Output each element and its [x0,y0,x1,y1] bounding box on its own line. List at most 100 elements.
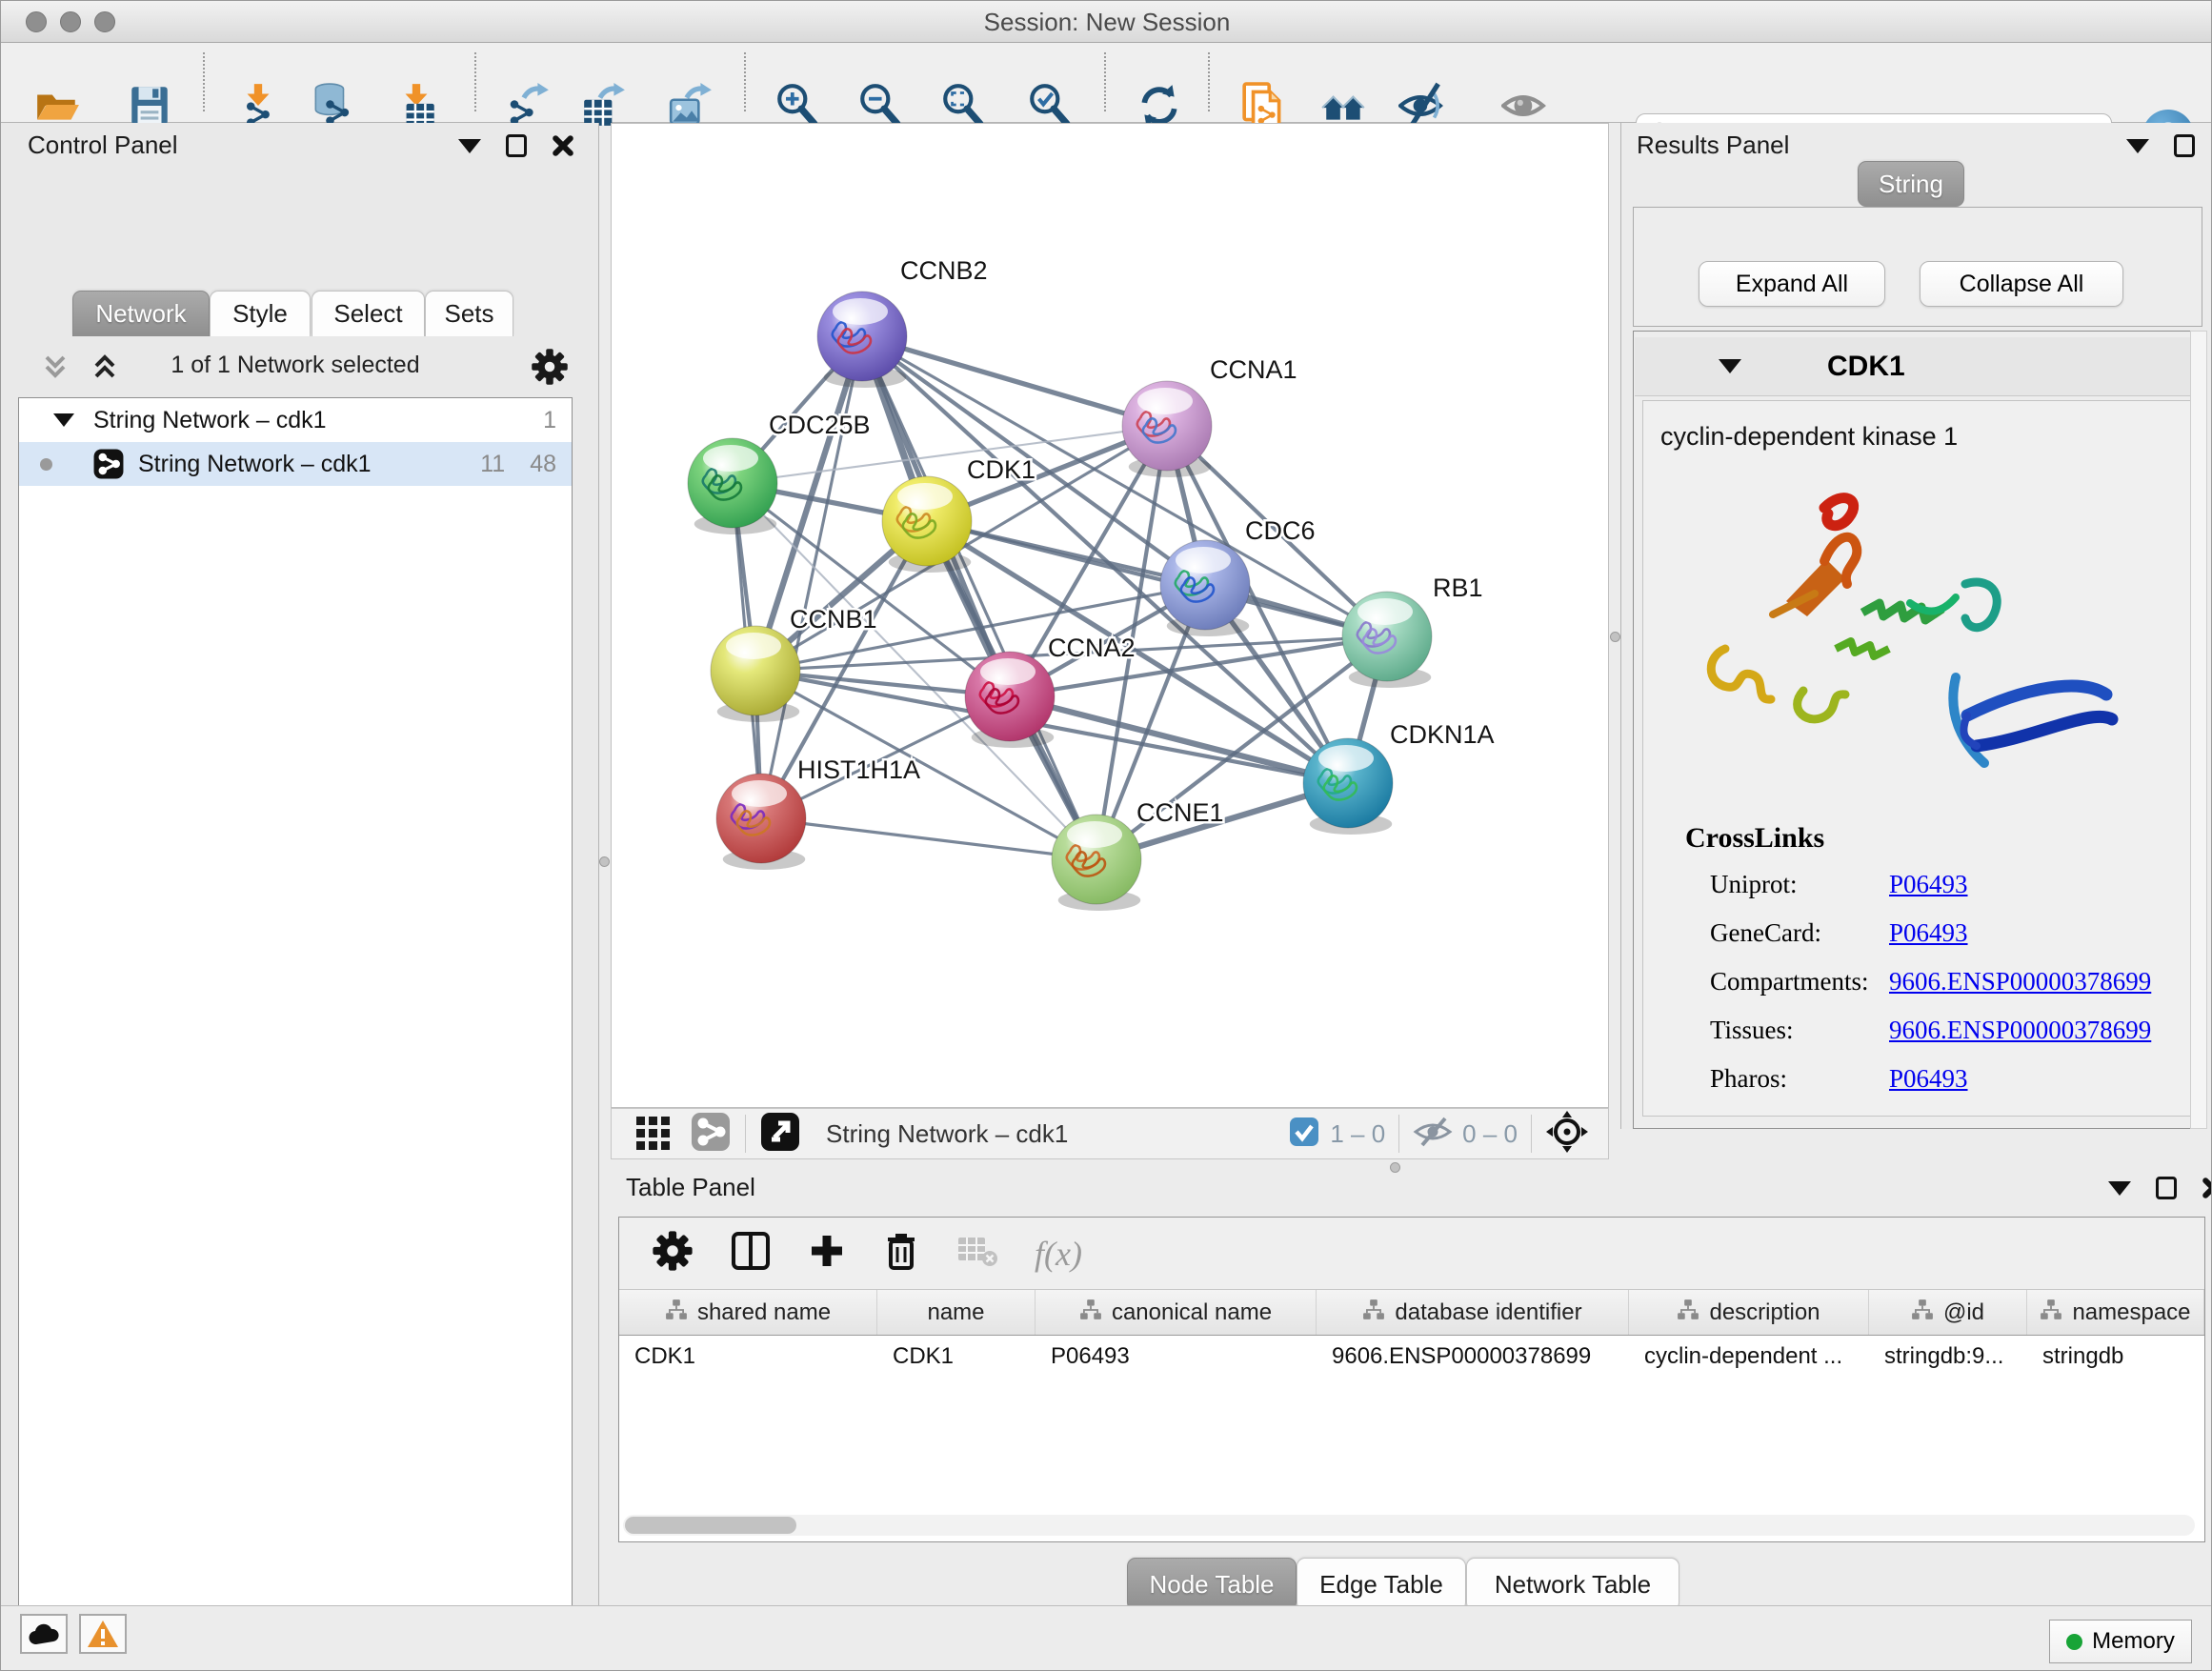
network-selected-status: 1 of 1 Network selected [18,352,573,379]
memory-button[interactable]: Memory [2049,1620,2192,1663]
protein-details: cyclin-dependent kinase 1 [1642,400,2193,1117]
node-label: CCNE1 [1136,798,1224,827]
panel-menu-icon[interactable] [2108,1181,2131,1196]
crosslink-link[interactable]: 9606.ENSP00000378699 [1889,967,2151,997]
column-header-description[interactable]: description [1629,1290,1869,1336]
table-cell[interactable]: P06493 [1047,1336,1313,1378]
node-RB1[interactable]: RB1 [1342,574,1483,688]
crosslink-label: Compartments: [1710,967,1868,997]
column-header-id[interactable]: @id [1869,1290,2027,1336]
expand-all-button[interactable]: Expand All [1699,261,1885,307]
table-cell[interactable]: cyclin-dependent ... [1640,1336,1865,1378]
function-builder-icon: f(x) [1035,1234,1082,1274]
results-scrollbar-track[interactable] [2190,331,2207,1129]
attribute-icon [1677,1299,1699,1328]
table-row[interactable]: CDK1 CDK1 P06493 9606.ENSP00000378699 cyclin… [619,1336,2204,1378]
show-columns-icon[interactable] [730,1230,772,1277]
node-label: CDK1 [967,455,1036,484]
table-cell[interactable]: stringdb:9... [1880,1336,2023,1378]
results-scroll-area: CDK1 cyclin-dependent kinase 1 [1633,331,2202,1129]
tab-network[interactable]: Network [72,291,210,336]
protein-structure-image [1681,470,2139,823]
crosslink-label: Pharos: [1710,1064,1787,1094]
node-CDKN1A[interactable]: CDKN1A [1303,720,1495,835]
table-horizontal-scrollbar[interactable] [623,1515,2195,1536]
delete-column-trash-icon[interactable] [882,1230,920,1277]
tab-style[interactable]: Style [210,291,311,336]
column-header-sharedname[interactable]: shared name [619,1290,877,1336]
cloud-button[interactable] [20,1614,68,1654]
hidden-eye-slash-icon[interactable] [1413,1116,1453,1153]
selected-nodes-checkbox[interactable] [1288,1116,1320,1153]
node-CDC6[interactable]: CDC6 [1160,516,1316,636]
panel-menu-icon[interactable] [2126,139,2149,153]
window-title: Session: New Session [1,8,2212,37]
birds-eye-view-icon[interactable] [759,1111,801,1158]
edge[interactable] [761,336,862,818]
edge[interactable] [862,336,1167,426]
crosslink-label: Uniprot: [1710,870,1798,899]
panel-menu-icon[interactable] [458,139,481,153]
table-cell[interactable]: stringdb [2039,1336,2201,1378]
crosslink-link[interactable]: P06493 [1889,870,1968,899]
vertical-splitter-handle-left[interactable] [599,856,610,867]
control-panel-title: Control Panel [28,131,178,160]
toolbar-separator [1208,52,1210,111]
tab-sets[interactable]: Sets [425,291,513,336]
string-app-icon [92,448,125,480]
tab-select[interactable]: Select [312,291,425,336]
fit-content-crosshair-icon[interactable] [1545,1110,1589,1158]
collapse-all-button[interactable]: Collapse All [1920,261,2123,307]
crosslink-label: Tissues: [1710,1016,1794,1045]
add-column-icon[interactable] [808,1232,846,1275]
float-panel-icon[interactable] [506,134,527,157]
float-panel-icon[interactable] [2174,134,2195,157]
crosslink-link[interactable]: P06493 [1889,1064,1968,1094]
tab-edge-table[interactable]: Edge Table [1297,1558,1466,1611]
tab-string[interactable]: String [1858,161,1964,207]
tab-network-table[interactable]: Network Table [1466,1558,1679,1611]
close-panel-icon[interactable] [2202,1177,2212,1199]
warning-button[interactable] [79,1614,127,1654]
table-panel-header: Table Panel [611,1169,2212,1209]
network-row[interactable]: String Network – cdk1 11 48 [19,442,572,486]
node-CCNA1[interactable]: CCNA1 [1122,355,1297,477]
table-cell[interactable]: CDK1 [889,1336,1032,1378]
memory-label: Memory [2092,1628,2175,1655]
results-panel: Results Panel String Expand All Collapse… [1620,123,2212,1129]
column-header-namespace[interactable]: namespace [2027,1290,2204,1336]
node-CCNB1[interactable]: CCNB1 [711,605,877,722]
table-cell[interactable]: 9606.ENSP00000378699 [1328,1336,1625,1378]
crosslink-link[interactable]: 9606.ENSP00000378699 [1889,1016,2151,1045]
node-CDC25B[interactable]: CDC25B [688,411,871,534]
attribute-icon [1079,1299,1102,1328]
selected-counter: 1 – 0 [1330,1119,1385,1149]
close-panel-icon[interactable] [552,134,574,157]
node-HIST1H1A[interactable]: HIST1H1A [716,755,920,870]
float-panel-icon[interactable] [2156,1177,2177,1199]
vertical-splitter-handle-right[interactable] [1610,632,1620,642]
column-header-databaseidentifier[interactable]: database identifier [1317,1290,1629,1336]
scrollbar-thumb[interactable] [625,1517,796,1534]
column-header-name[interactable]: name [877,1290,1036,1336]
protein-section-header[interactable]: CDK1 [1635,337,2201,396]
attribute-icon [665,1299,688,1328]
grid-view-icon[interactable] [634,1113,673,1156]
tab-node-table[interactable]: Node Table [1127,1558,1297,1611]
network-view-canvas[interactable]: CCNB2 CCNA1 CDC25B CDK1 CDC6 RB1 CCNB1 C… [611,123,1609,1108]
network-options-gear-icon[interactable] [531,348,569,391]
collapse-section-icon[interactable] [1719,359,1741,373]
network-collection-row[interactable]: String Network – cdk1 1 [19,398,572,442]
crosslink-label: GeneCard: [1710,918,1821,948]
toolbar-separator [744,52,746,111]
node-label: CDC6 [1245,516,1316,545]
node-count: 11 [480,451,505,478]
edge[interactable] [761,818,1096,859]
node-CDK1[interactable]: CDK1 [882,455,1036,573]
crosslink-link[interactable]: P06493 [1889,918,1968,948]
string-network-badge-icon[interactable] [690,1111,732,1158]
column-header-canonicalname[interactable]: canonical name [1036,1290,1317,1336]
table-cell[interactable]: CDK1 [631,1336,874,1378]
table-options-gear-icon[interactable] [652,1230,694,1277]
expand-icon[interactable] [53,413,74,427]
